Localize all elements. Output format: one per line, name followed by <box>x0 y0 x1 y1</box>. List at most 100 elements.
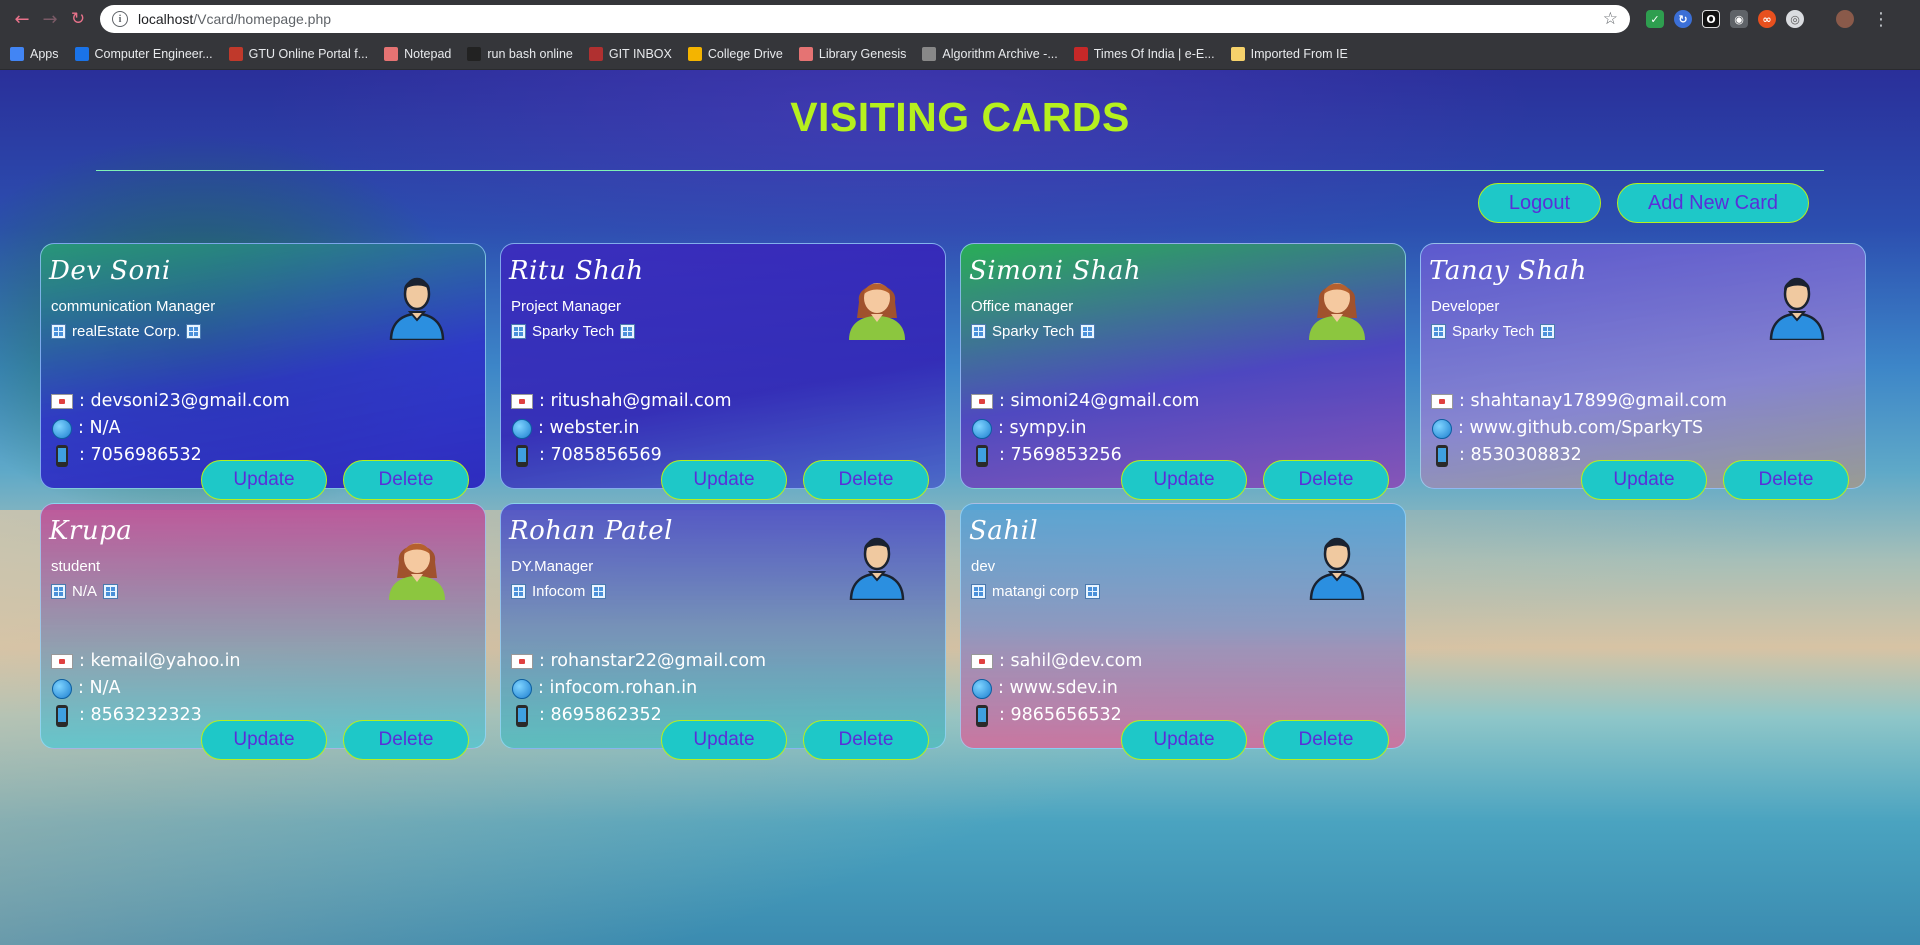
reload-icon[interactable]: ↻ <box>64 5 92 33</box>
visiting-card: Krupa student N/A: kemail@yahoo.in: N/A: 8… <box>40 503 486 760</box>
globe-icon <box>972 678 992 699</box>
back-arrow-icon[interactable]: ← <box>8 5 36 33</box>
envelope-icon <box>1431 394 1453 409</box>
bookmarks-bar: Apps Computer Engineer... GTU Online Porta… <box>0 38 1920 70</box>
male-avatar-icon <box>845 528 909 602</box>
bookmark-item[interactable]: Notepad <box>384 46 452 61</box>
update-card-button[interactable]: Update <box>201 460 327 500</box>
info-icon[interactable]: i <box>112 11 128 27</box>
sync-extension-icon[interactable]: ↻ <box>1674 10 1692 28</box>
update-card-button[interactable]: Update <box>1121 720 1247 760</box>
add-new-card-button[interactable]: Add New Card <box>1617 183 1809 223</box>
card-grid: Dev Soni communication Manager realEstate … <box>40 243 1866 760</box>
card-company-name: Sparky Tech <box>532 323 615 340</box>
contact-info: : rohanstar22@gmail.com: infocom.rohan.i… <box>511 648 766 729</box>
card-company-name: Sparky Tech <box>1452 323 1535 340</box>
card-website: : webster.in <box>538 418 640 438</box>
update-card-button[interactable]: Update <box>661 460 787 500</box>
envelope-icon <box>511 654 533 669</box>
bookmark-label: Times Of India | e-E... <box>1093 46 1215 61</box>
globe-icon <box>972 418 992 439</box>
envelope-icon <box>51 654 73 669</box>
delete-card-button[interactable]: Delete <box>343 460 469 500</box>
page-body: VISITING CARDS Logout Add New Card Dev S… <box>0 70 1920 945</box>
globe-extension-icon[interactable]: ◎ <box>1786 10 1804 28</box>
bookmark-item[interactable]: Apps <box>10 46 59 61</box>
forward-arrow-icon[interactable]: → <box>36 5 64 33</box>
office-building-icon <box>103 584 119 599</box>
bookmark-site-icon <box>74 46 89 61</box>
website-row: : sympy.in <box>971 415 1199 442</box>
visiting-card: Simoni Shah Office manager Sparky Tech: si… <box>960 243 1406 500</box>
card-company-name: matangi corp <box>992 583 1079 600</box>
bookmark-item[interactable]: GIT INBOX <box>588 46 672 61</box>
contact-info: : shahtanay17899@gmail.com: www.github.c… <box>1431 388 1727 469</box>
delete-card-button[interactable]: Delete <box>803 720 929 760</box>
card-company-name: realEstate Corp. <box>72 323 181 340</box>
bookmark-site-icon <box>588 46 603 61</box>
globe-icon <box>512 418 532 439</box>
office-building-icon <box>186 324 202 339</box>
card-company-name: Sparky Tech <box>992 323 1075 340</box>
visiting-card: Sahil dev matangi corp: sahil@dev.com: www… <box>960 503 1406 760</box>
mobile-phone-icon <box>516 704 528 727</box>
card-email: : devsoni23@gmail.com <box>79 391 290 411</box>
card-website: : sympy.in <box>998 418 1087 438</box>
website-row: : www.github.com/SparkyTS <box>1431 415 1727 442</box>
card-phone: : 7056986532 <box>79 445 202 465</box>
bookmark-star-icon[interactable]: ☆ <box>1603 9 1618 29</box>
camera-extension-icon[interactable]: ◉ <box>1730 10 1748 28</box>
card-email: : sahil@dev.com <box>999 651 1143 671</box>
address-bar[interactable]: i localhost/Vcard/homepage.php ☆ <box>100 5 1630 33</box>
male-avatar-icon <box>385 268 449 342</box>
email-row: : ritushah@gmail.com <box>511 388 732 415</box>
delete-card-button[interactable]: Delete <box>1723 460 1849 500</box>
card-phone: : 7569853256 <box>999 445 1122 465</box>
profile-avatar-icon[interactable] <box>1836 10 1854 28</box>
card-phone: : 8563232323 <box>79 705 202 725</box>
browser-menu-icon[interactable]: ⋮ <box>1872 9 1890 30</box>
circle-extension-icon[interactable]: O <box>1702 10 1720 28</box>
office-building-icon <box>1080 324 1096 339</box>
bookmark-item[interactable]: College Drive <box>687 46 783 61</box>
shield-extension-icon[interactable]: ✓ <box>1646 10 1664 28</box>
bookmark-label: GTU Online Portal f... <box>248 46 369 61</box>
delete-card-button[interactable]: Delete <box>803 460 929 500</box>
email-row: : devsoni23@gmail.com <box>51 388 290 415</box>
delete-card-button[interactable]: Delete <box>1263 720 1389 760</box>
update-card-button[interactable]: Update <box>201 720 327 760</box>
update-card-button[interactable]: Update <box>1121 460 1247 500</box>
logout-button[interactable]: Logout <box>1478 183 1601 223</box>
bookmark-item[interactable]: run bash online <box>467 46 573 61</box>
bookmark-item[interactable]: Computer Engineer... <box>74 46 213 61</box>
male-avatar-icon <box>1765 268 1829 342</box>
bookmark-label: GIT INBOX <box>608 46 672 61</box>
email-row: : rohanstar22@gmail.com <box>511 648 766 675</box>
bookmark-item[interactable]: Imported From IE <box>1230 46 1348 61</box>
bookmark-label: Notepad <box>404 46 452 61</box>
update-card-button[interactable]: Update <box>661 720 787 760</box>
bookmark-item[interactable]: Times Of India | e-E... <box>1073 46 1215 61</box>
website-row: : N/A <box>51 415 290 442</box>
office-building-icon <box>51 584 66 599</box>
infinity-extension-icon[interactable]: ∞ <box>1758 10 1776 28</box>
bookmark-item[interactable]: GTU Online Portal f... <box>228 46 369 61</box>
card-phone: : 7085856569 <box>539 445 662 465</box>
mobile-phone-icon <box>1436 444 1448 467</box>
card-phone: : 8530308832 <box>1459 445 1582 465</box>
visiting-card: Dev Soni communication Manager realEstate … <box>40 243 486 500</box>
delete-card-button[interactable]: Delete <box>343 720 469 760</box>
delete-card-button[interactable]: Delete <box>1263 460 1389 500</box>
url-text[interactable]: localhost/Vcard/homepage.php <box>138 11 1603 27</box>
card-website: : N/A <box>78 418 121 438</box>
female-avatar-icon <box>845 268 909 340</box>
bookmark-item[interactable]: Algorithm Archive -... <box>922 46 1058 61</box>
globe-icon <box>52 678 72 699</box>
contact-info: : simoni24@gmail.com : sympy.in : 75698532… <box>971 388 1199 469</box>
card-email: : simoni24@gmail.com <box>999 391 1200 411</box>
bookmark-item[interactable]: Library Genesis <box>798 46 906 61</box>
card-company-name: N/A <box>72 583 98 600</box>
update-card-button[interactable]: Update <box>1581 460 1707 500</box>
envelope-icon <box>971 394 993 409</box>
card-actions: Update Delete <box>1121 720 1389 760</box>
